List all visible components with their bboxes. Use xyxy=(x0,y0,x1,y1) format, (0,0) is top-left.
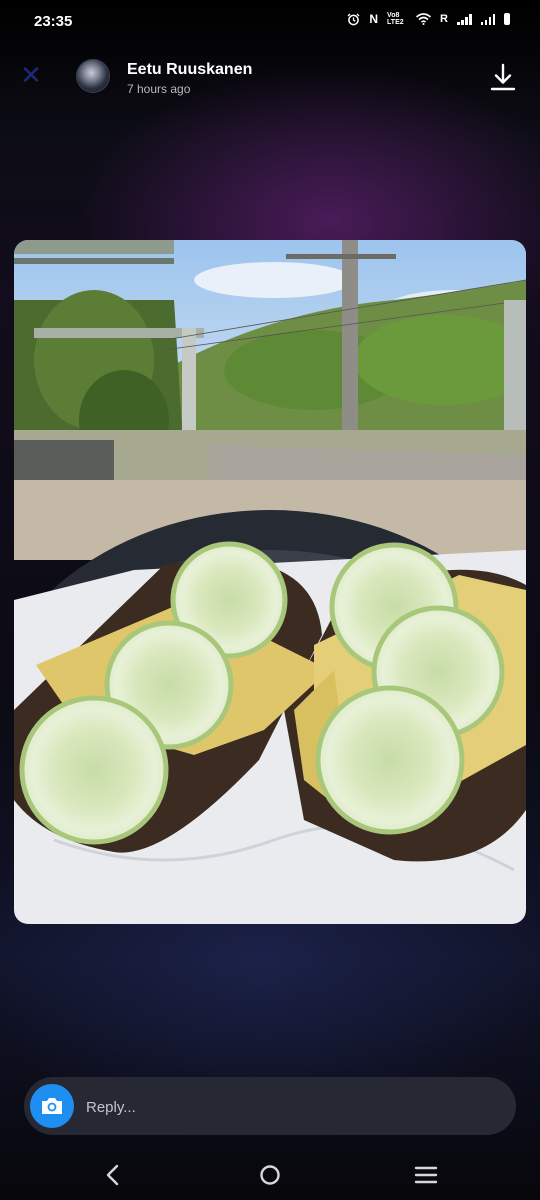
story-photo[interactable] xyxy=(14,240,526,924)
username[interactable]: Eetu Ruuskanen xyxy=(127,61,252,79)
avatar[interactable] xyxy=(76,59,110,93)
system-nav-bar xyxy=(0,1150,540,1200)
alarm-icon xyxy=(347,13,360,25)
home-icon[interactable] xyxy=(255,1162,285,1188)
camera-icon xyxy=(42,1098,62,1114)
reply-input[interactable] xyxy=(84,1077,488,1137)
wifi-icon xyxy=(416,13,432,25)
back-icon[interactable] xyxy=(98,1162,128,1188)
post-timestamp: 7 hours ago xyxy=(127,82,191,96)
status-time: 23:35 xyxy=(34,13,73,30)
signal-icon xyxy=(457,13,472,25)
download-icon[interactable] xyxy=(489,62,517,92)
close-icon[interactable]: ✕ xyxy=(18,62,44,89)
status-bar: 23:35 N Vo8 LTE2 R xyxy=(0,0,540,44)
volte-icon: Vo8 LTE2 xyxy=(387,12,404,26)
battery-icon xyxy=(504,13,510,25)
camera-button[interactable] xyxy=(30,1084,74,1128)
nfc-icon: N xyxy=(369,12,379,26)
reply-bar xyxy=(24,1077,516,1137)
sandwich-photo xyxy=(14,240,526,924)
roaming-icon: R xyxy=(440,13,448,25)
status-icons: N Vo8 LTE2 R xyxy=(347,12,510,26)
signal-icon xyxy=(480,13,495,25)
recents-icon[interactable] xyxy=(411,1162,441,1188)
